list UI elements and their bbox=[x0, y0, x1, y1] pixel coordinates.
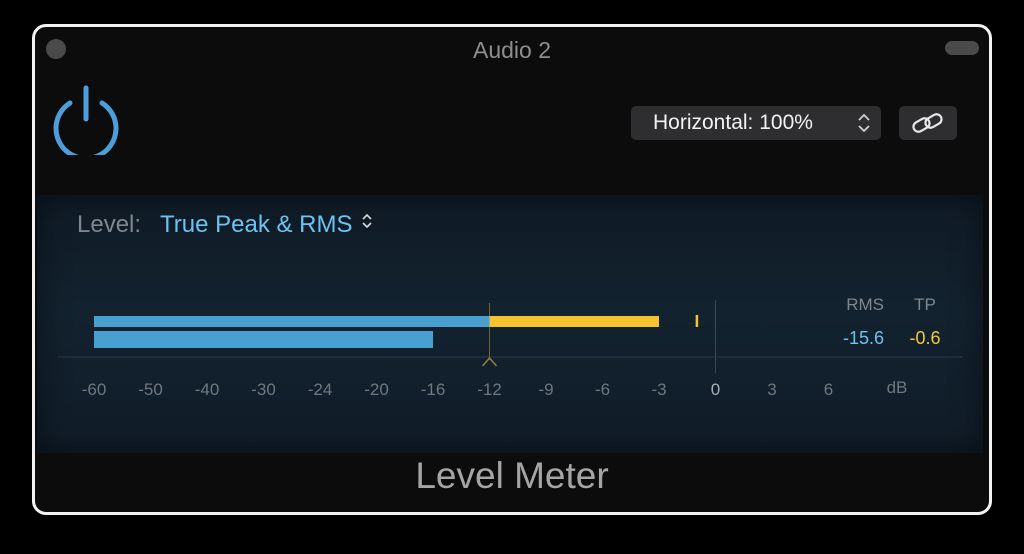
scale-tick-label: -30 bbox=[251, 380, 276, 399]
tp-header: TP bbox=[914, 295, 936, 314]
scale-tick-label: -40 bbox=[195, 380, 220, 399]
resize-button[interactable] bbox=[945, 41, 979, 55]
scale-tick-label: -24 bbox=[308, 380, 333, 399]
peak-hold-marker bbox=[695, 315, 699, 327]
link-icon bbox=[912, 113, 943, 133]
scale-tick-label: -16 bbox=[421, 380, 446, 399]
power-icon bbox=[53, 85, 119, 161]
scale-tick-label: -3 bbox=[651, 380, 666, 399]
scale-tick-label: -6 bbox=[595, 380, 610, 399]
true-peak-bar bbox=[94, 316, 490, 327]
scale-tick-label: 3 bbox=[767, 380, 776, 399]
tp-readout: -0.6 bbox=[909, 328, 941, 348]
scale-unit-label: dB bbox=[887, 378, 908, 397]
scale-tick-label: -12 bbox=[477, 380, 502, 399]
scale-tick-label: 0 bbox=[711, 380, 720, 399]
meter-panel: Level: True Peak & RMS -60 -50 -40 -30 -24 -2… bbox=[37, 195, 983, 453]
window-title: Audio 2 bbox=[472, 37, 551, 63]
plugin-name: Level Meter bbox=[415, 455, 609, 496]
level-meter: -60 -50 -40 -30 -24 -20 -16 -12 -9 -6 -3 0 3 6 dB bbox=[57, 300, 963, 399]
scale-tick-label: -60 bbox=[82, 380, 107, 399]
rms-bar bbox=[94, 331, 433, 348]
scale-tick-label: -20 bbox=[364, 380, 389, 399]
power-button[interactable] bbox=[51, 83, 121, 161]
scale-tick-label: 6 bbox=[824, 380, 833, 399]
link-button[interactable] bbox=[899, 106, 957, 140]
rms-readout: -15.6 bbox=[842, 328, 884, 348]
rms-header: RMS bbox=[846, 295, 884, 314]
scale-tick-label: -9 bbox=[538, 380, 553, 399]
chevron-up-down-icon bbox=[858, 113, 870, 133]
horizontal-zoom-select[interactable]: Horizontal: 100% bbox=[631, 106, 881, 140]
scale-tick-label: -50 bbox=[138, 380, 163, 399]
horizontal-zoom-label: Horizontal: 100% bbox=[653, 111, 813, 134]
true-peak-over-bar bbox=[489, 316, 659, 327]
plugin-window: Audio 2 Horizontal: 100% Level: True Pea… bbox=[32, 24, 992, 515]
